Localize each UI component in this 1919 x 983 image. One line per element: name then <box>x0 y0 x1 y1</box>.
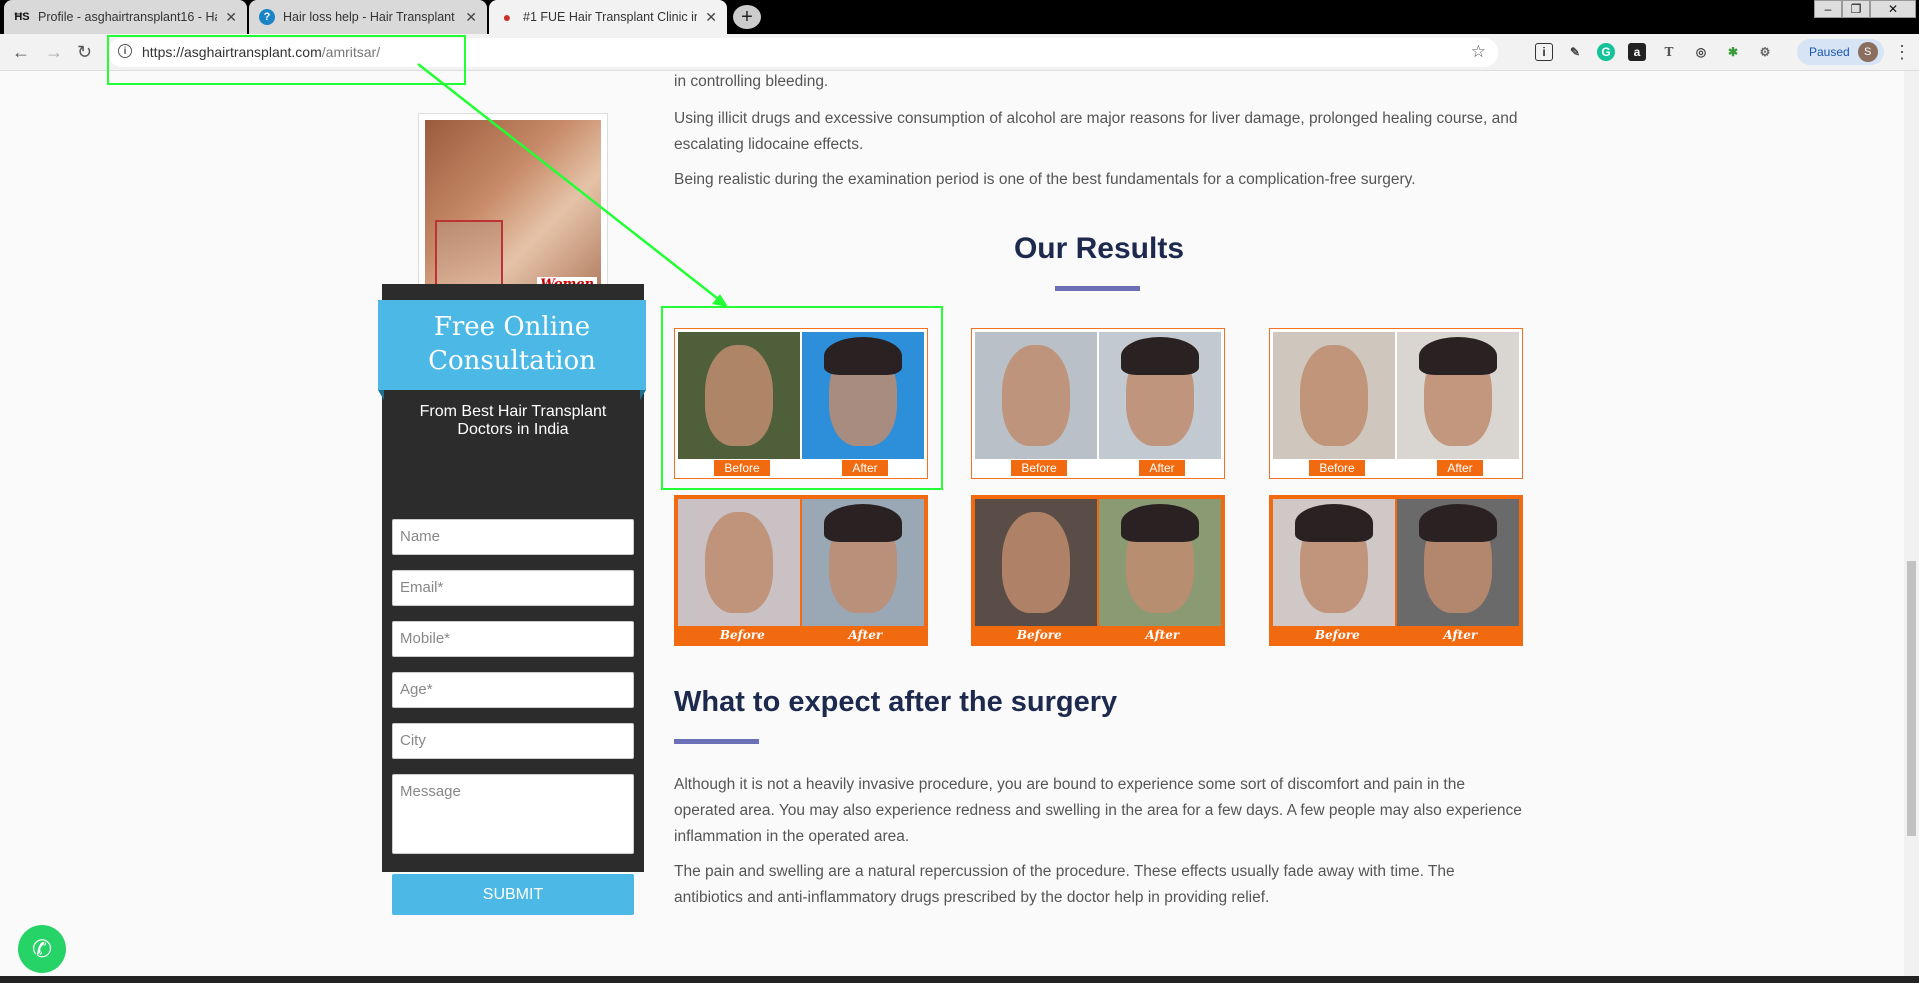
tab-title: Profile - asghairtransplant16 - Ha <box>38 10 218 24</box>
back-arrow-icon[interactable]: ← <box>12 42 30 63</box>
name-field[interactable]: Name <box>392 519 634 555</box>
tab-strip: ĦS Profile - asghairtransplant16 - Ha ✕ … <box>0 0 1919 34</box>
after-label: After <box>1437 460 1483 476</box>
before-photo <box>1273 332 1395 459</box>
after-photo <box>1099 332 1221 459</box>
after-label: After <box>1443 628 1478 642</box>
results-heading: Our Results <box>1013 232 1185 265</box>
before-label: Before <box>1011 460 1067 476</box>
minimize-icon[interactable]: – <box>1814 0 1842 18</box>
result-image-5[interactable]: Before After <box>971 495 1225 646</box>
article-paragraph: Although it is not a heavily invasive pr… <box>674 776 1522 845</box>
annotation-box-result <box>661 306 943 490</box>
age-field[interactable]: Age* <box>392 672 634 708</box>
women-hair-image: Women <box>425 120 601 296</box>
email-field[interactable]: Email* <box>392 570 634 606</box>
message-textarea[interactable]: Message <box>392 774 634 854</box>
profile-status: Paused <box>1809 45 1850 59</box>
before-photo <box>975 332 1097 459</box>
result-image-6[interactable]: Before After <box>1269 495 1523 646</box>
puzzle-icon[interactable]: ⚙ <box>1756 43 1774 61</box>
after-photo <box>1397 332 1519 459</box>
whatsapp-icon[interactable]: ✆ <box>18 925 66 973</box>
article-paragraph: in controlling bleeding. <box>674 73 829 90</box>
heading-underline <box>674 739 759 744</box>
question-icon: ? <box>259 9 275 25</box>
before-label: Before <box>1016 628 1062 642</box>
after-photo <box>1397 499 1519 626</box>
profile-button[interactable]: Paused S <box>1797 39 1884 65</box>
clinic-icon: ● <box>502 9 512 25</box>
avatar: S <box>1857 42 1878 62</box>
close-icon[interactable]: ✕ <box>465 9 477 26</box>
city-field[interactable]: City <box>392 723 634 759</box>
before-photo <box>678 499 800 626</box>
tab-title: #1 FUE Hair Transplant Clinic in A <box>523 10 698 24</box>
consultation-ribbon: Free Online Consultation <box>378 300 646 400</box>
maximize-icon[interactable]: ❐ <box>1842 0 1870 18</box>
article-paragraph: Using illicit drugs and excessive consum… <box>674 110 1518 153</box>
mobile-field[interactable]: Mobile* <box>392 621 634 657</box>
eyedropper-icon[interactable]: ✎ <box>1566 43 1584 61</box>
amazon-icon[interactable]: a <box>1628 43 1646 61</box>
window-controls: – ❐ ✕ <box>1814 0 1916 18</box>
forward-arrow-icon[interactable]: → <box>45 42 63 63</box>
result-image-4[interactable]: Before After <box>674 495 928 646</box>
form-subtitle: From Best Hair Transplant Doctors in Ind… <box>419 403 607 438</box>
bug-icon[interactable]: ✱ <box>1724 43 1742 61</box>
women-hair-image-card[interactable]: Women <box>418 113 608 303</box>
tab-fue-clinic[interactable]: ● #1 FUE Hair Transplant Clinic in A ✕ <box>489 0 727 34</box>
close-window-icon[interactable]: ✕ <box>1870 0 1916 18</box>
web-page: in controlling bleeding. Using illicit d… <box>0 71 1919 976</box>
after-label: After <box>848 628 883 642</box>
after-photo <box>802 499 924 626</box>
target-icon[interactable]: ◎ <box>1692 43 1710 61</box>
info-extension-icon[interactable]: i <box>1535 43 1553 61</box>
taskbar-edge <box>0 976 1919 983</box>
new-tab-button[interactable]: + <box>733 5 761 29</box>
close-icon[interactable]: ✕ <box>225 9 237 26</box>
heading-underline <box>1055 286 1140 291</box>
expect-heading: What to expect after the surgery <box>674 686 1118 718</box>
scrollbar[interactable] <box>1904 71 1919 976</box>
menu-dots-icon[interactable]: ⋮ <box>1893 42 1911 63</box>
annotation-box-url <box>107 35 466 85</box>
grammarly-icon[interactable]: G <box>1597 43 1615 61</box>
close-icon[interactable]: ✕ <box>705 9 717 26</box>
result-image-2[interactable]: Before After <box>971 328 1225 479</box>
tab-title: Hair loss help - Hair Transplant D <box>283 10 458 24</box>
before-photo <box>1273 499 1395 626</box>
reload-icon[interactable]: ↻ <box>77 42 92 63</box>
text-tool-icon[interactable]: T <box>1660 43 1678 61</box>
article-paragraph: The pain and swelling are a natural repe… <box>674 863 1455 906</box>
before-label: Before <box>1314 628 1360 642</box>
article-paragraph: Being realistic during the examination p… <box>674 171 1416 188</box>
before-label: Before <box>1309 460 1365 476</box>
hs-icon: ĦS <box>14 11 30 23</box>
tab-hair-loss-help[interactable]: ? Hair loss help - Hair Transplant D ✕ <box>249 0 487 34</box>
after-label: After <box>1139 460 1185 476</box>
after-label: After <box>1145 628 1180 642</box>
before-photo <box>975 499 1097 626</box>
result-image-3[interactable]: Before After <box>1269 328 1523 479</box>
inset-image <box>435 220 503 292</box>
submit-button[interactable]: SUBMIT <box>392 874 634 915</box>
tab-profile[interactable]: ĦS Profile - asghairtransplant16 - Ha ✕ <box>4 0 247 34</box>
before-label: Before <box>719 628 765 642</box>
scrollbar-thumb[interactable] <box>1907 561 1916 836</box>
bookmark-star-icon[interactable]: ☆ <box>1471 42 1486 62</box>
after-photo <box>1099 499 1221 626</box>
